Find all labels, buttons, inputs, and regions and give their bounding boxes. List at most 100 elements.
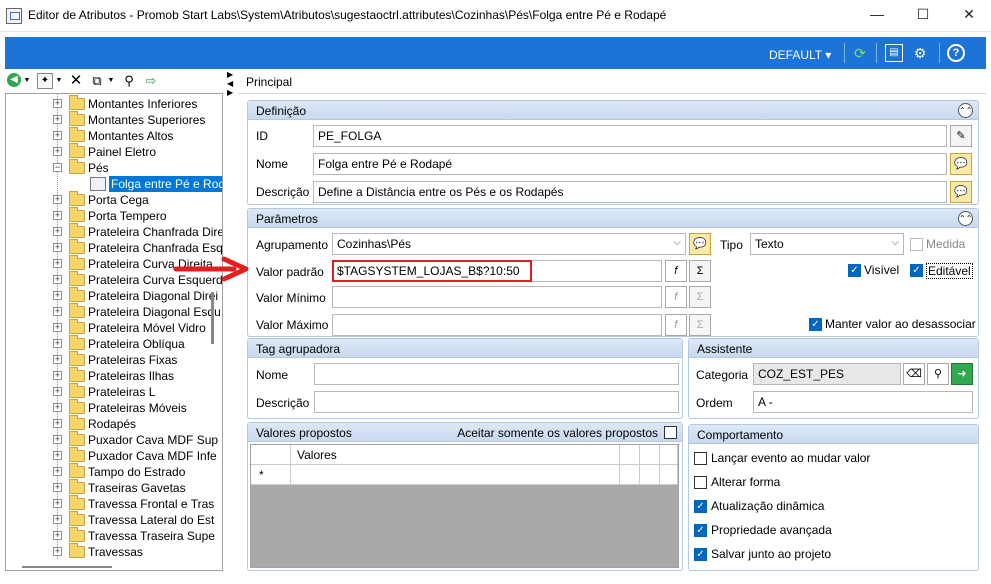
formula-icon[interactable]: 𝑓 xyxy=(665,314,687,336)
tree-item[interactable]: + Rodapés xyxy=(6,415,222,432)
panel-icon[interactable]: ▤ xyxy=(885,44,903,62)
tree-item[interactable]: + Prateleira Diagonal Direi xyxy=(6,287,222,304)
visivel-checkbox[interactable]: ✓ xyxy=(848,264,861,277)
expand-icon[interactable]: + xyxy=(53,227,62,236)
formula-icon[interactable]: 𝑓 xyxy=(665,286,687,308)
help-icon[interactable]: ? xyxy=(947,44,965,62)
agrupamento-select[interactable]: Cozinhas\Pés ⌵ xyxy=(332,233,686,255)
expand-icon[interactable]: + xyxy=(53,419,62,428)
expand-icon[interactable]: + xyxy=(53,483,62,492)
tree-item[interactable]: + Prateleira Diagonal Esqu xyxy=(6,303,222,320)
expand-icon[interactable]: + xyxy=(53,467,62,476)
panel-splitter[interactable] xyxy=(224,70,238,575)
edit-id-icon[interactable]: ✎ xyxy=(950,125,972,147)
expand-icon[interactable]: + xyxy=(53,499,62,508)
find-icon[interactable]: ⚲ xyxy=(927,363,949,385)
medida-checkbox[interactable] xyxy=(910,238,923,251)
export-icon[interactable]: ⇨ xyxy=(143,72,159,90)
refresh-icon[interactable]: ⟳ xyxy=(850,43,870,63)
chevron-down-icon[interactable]: ▼ xyxy=(55,72,63,90)
tree-item[interactable]: + Prateleira Chanfrada Esq xyxy=(6,239,222,256)
tree-item[interactable]: + Prateleira Oblíqua xyxy=(6,335,222,352)
collapse-icon[interactable]: ⌃⌃ xyxy=(958,103,973,118)
tree-vertical-scrollbar[interactable] xyxy=(211,292,214,344)
comportamento-checkbox[interactable] xyxy=(694,452,707,465)
ordem-field[interactable]: A - xyxy=(753,391,973,413)
tree-item[interactable]: + Travessa Frontal e Tras xyxy=(6,495,222,512)
collapse-icon[interactable]: − xyxy=(53,163,62,172)
new-item-icon[interactable]: ✦ xyxy=(37,73,53,89)
expand-icon[interactable]: + xyxy=(53,387,62,396)
categoria-field[interactable]: COZ_EST_PES xyxy=(753,363,901,385)
tree-item[interactable]: + Traseiras Gavetas xyxy=(6,479,222,496)
expand-icon[interactable]: + xyxy=(53,291,62,300)
expand-icon[interactable]: + xyxy=(53,259,62,268)
tipo-select[interactable]: Texto ⌵ xyxy=(750,233,904,255)
tree-item[interactable]: + Porta Cega xyxy=(6,191,222,208)
profile-dropdown[interactable]: DEFAULT ▾ xyxy=(769,48,831,62)
id-field[interactable]: PE_FOLGA xyxy=(313,125,947,147)
expand-icon[interactable]: + xyxy=(53,531,62,540)
translate-icon[interactable]: 💬 xyxy=(950,153,972,175)
tag-nome-field[interactable] xyxy=(314,363,679,385)
expand-icon[interactable]: + xyxy=(53,147,62,156)
settings-icon[interactable]: ⚙ xyxy=(910,43,930,63)
grid-cell[interactable] xyxy=(620,465,640,485)
tree-item[interactable]: + Montantes Inferiores xyxy=(6,95,222,112)
formula-icon[interactable]: 𝑓 xyxy=(665,260,687,282)
comportamento-checkbox[interactable]: ✓ xyxy=(694,548,707,561)
go-icon[interactable]: ➜ xyxy=(951,363,973,385)
expand-icon[interactable]: + xyxy=(53,451,62,460)
tree-item[interactable]: + Travessa Traseira Supe xyxy=(6,527,222,544)
tree-item[interactable]: + Prateleiras Ilhas xyxy=(6,367,222,384)
tree-item[interactable]: + Montantes Altos xyxy=(6,127,222,144)
expand-icon[interactable]: + xyxy=(53,547,62,556)
maximize-button[interactable]: ☐ xyxy=(900,0,946,30)
tree-item[interactable]: + Prateleiras Móveis xyxy=(6,399,222,416)
comportamento-checkbox[interactable] xyxy=(694,476,707,489)
manter-checkbox[interactable]: ✓ xyxy=(809,318,822,331)
sum-icon[interactable]: Σ xyxy=(689,314,711,336)
collapse-arrows-icon[interactable]: ▶ ◀ ▶ xyxy=(227,70,233,97)
translate-icon[interactable]: 💬 xyxy=(689,233,711,255)
tree-item[interactable]: Folga entre Pé e Rodapé xyxy=(6,176,222,192)
grid-cell[interactable] xyxy=(660,465,678,485)
chevron-down-icon[interactable]: ▼ xyxy=(107,72,115,90)
expand-icon[interactable]: + xyxy=(53,435,62,444)
expand-icon[interactable]: + xyxy=(53,355,62,364)
expand-icon[interactable]: + xyxy=(53,371,62,380)
expand-icon[interactable]: + xyxy=(53,211,62,220)
tree-item[interactable]: + Montantes Superiores xyxy=(6,111,222,128)
expand-icon[interactable]: + xyxy=(53,131,62,140)
tree-horizontal-scrollbar[interactable] xyxy=(22,566,112,568)
close-button[interactable]: ✕ xyxy=(946,0,991,30)
new-row-cell[interactable] xyxy=(291,465,620,485)
find-icon[interactable]: ⚲ xyxy=(121,72,137,90)
tree-item[interactable]: − Pés xyxy=(6,159,222,176)
descricao-field[interactable]: Define a Distância entre os Pés e os Rod… xyxy=(313,181,947,203)
expand-icon[interactable]: + xyxy=(53,195,62,204)
copy-icon[interactable]: ⧉ xyxy=(89,72,105,90)
tree-item[interactable]: + Tampo do Estrado xyxy=(6,463,222,480)
tree-item[interactable]: + Prateleira Chanfrada Dire xyxy=(6,223,222,240)
expand-icon[interactable]: + xyxy=(53,275,62,284)
sum-icon[interactable]: Σ xyxy=(689,260,711,282)
expand-icon[interactable]: + xyxy=(53,243,62,252)
expand-icon[interactable]: + xyxy=(53,99,62,108)
tree-item[interactable]: + Travessas xyxy=(6,543,222,560)
expand-icon[interactable]: + xyxy=(53,515,62,524)
translate-icon[interactable]: 💬 xyxy=(950,181,972,203)
comportamento-checkbox[interactable]: ✓ xyxy=(694,500,707,513)
valores-grid[interactable]: Valores * xyxy=(250,444,679,568)
aceitar-checkbox[interactable] xyxy=(664,426,677,439)
minimize-button[interactable]: — xyxy=(854,0,900,30)
expand-icon[interactable]: + xyxy=(53,115,62,124)
expand-icon[interactable]: + xyxy=(53,307,62,316)
valor-maximo-field[interactable] xyxy=(332,314,662,336)
tag-descricao-field[interactable] xyxy=(314,391,679,413)
back-icon[interactable]: ◀ xyxy=(7,73,21,87)
valor-minimo-field[interactable] xyxy=(332,286,662,308)
comportamento-checkbox[interactable]: ✓ xyxy=(694,524,707,537)
chevron-down-icon[interactable]: ▼ xyxy=(23,72,31,90)
nome-field[interactable]: Folga entre Pé e Rodapé xyxy=(313,153,947,175)
